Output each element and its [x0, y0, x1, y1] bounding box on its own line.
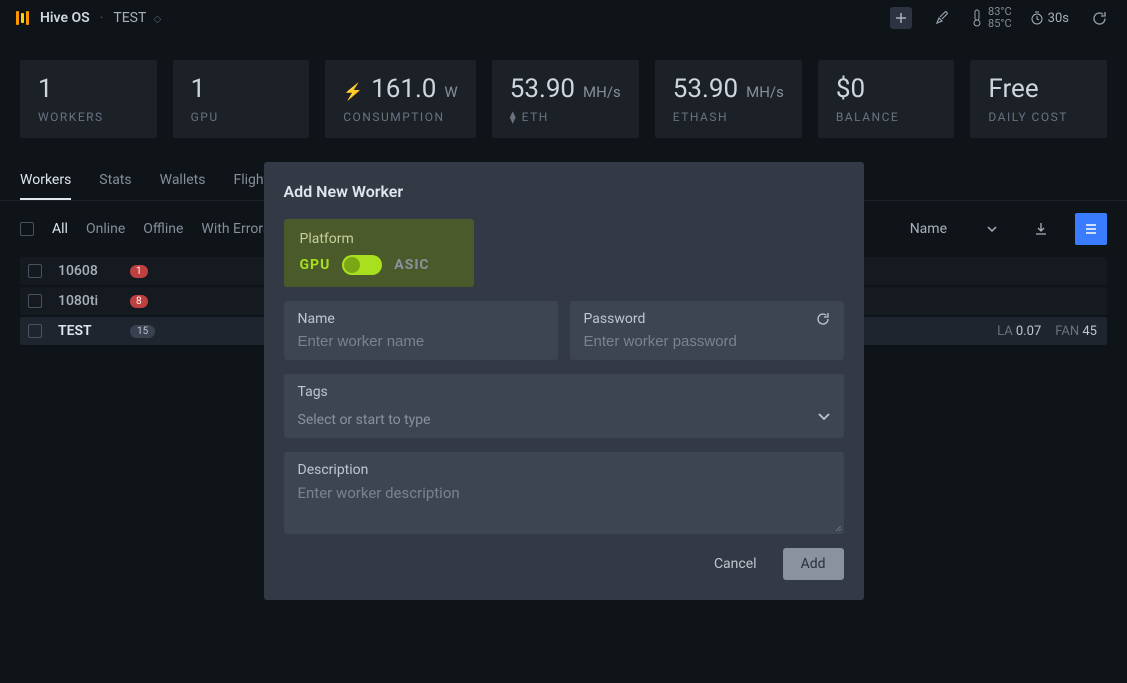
cancel-button[interactable]: Cancel	[704, 548, 767, 580]
add-button[interactable]: Add	[783, 548, 844, 580]
tags-placeholder: Select or start to type	[298, 412, 431, 428]
description-label: Description	[298, 462, 830, 478]
platform-gpu[interactable]: GPU	[300, 257, 331, 273]
name-input[interactable]	[298, 333, 544, 350]
modal-title: Add New Worker	[284, 182, 844, 201]
modal-overlay: Add New Worker Platform GPU ASIC Name Pa…	[0, 0, 1127, 683]
add-worker-modal: Add New Worker Platform GPU ASIC Name Pa…	[264, 162, 864, 600]
name-label: Name	[298, 311, 544, 327]
resize-handle-icon[interactable]	[832, 522, 842, 532]
platform-asic[interactable]: ASIC	[394, 257, 429, 273]
tags-label: Tags	[298, 384, 830, 400]
toggle-knob	[344, 257, 360, 273]
platform-label: Platform	[300, 231, 458, 247]
password-label: Password	[584, 311, 646, 327]
chevron-down-icon	[818, 413, 830, 421]
regenerate-icon[interactable]	[816, 312, 830, 326]
modal-actions: Cancel Add	[284, 548, 844, 580]
platform-toggle[interactable]	[342, 255, 382, 275]
description-input[interactable]	[298, 484, 830, 520]
password-field-wrap: Password	[570, 301, 844, 360]
tags-field-wrap[interactable]: Tags Select or start to type	[284, 374, 844, 438]
name-field-wrap: Name	[284, 301, 558, 360]
description-field-wrap: Description	[284, 452, 844, 534]
platform-selector: Platform GPU ASIC	[284, 219, 474, 287]
password-input[interactable]	[584, 333, 830, 350]
